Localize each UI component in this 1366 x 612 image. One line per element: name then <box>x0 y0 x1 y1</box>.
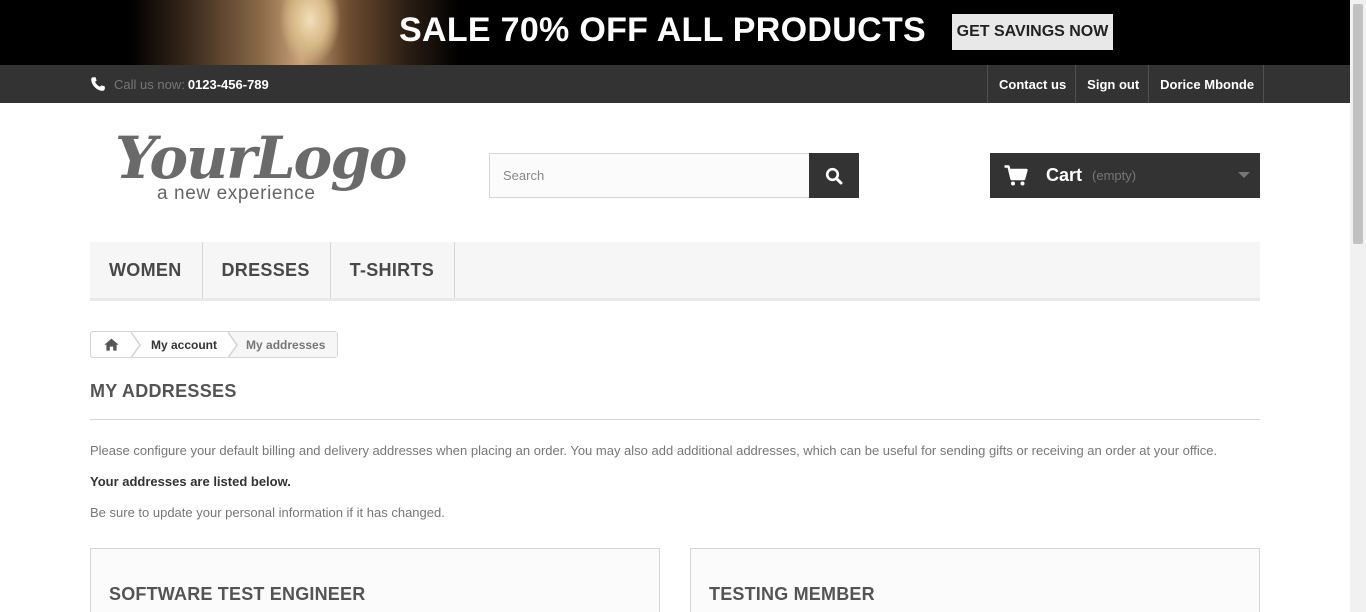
logo-tagline: a new experience <box>157 183 316 204</box>
address-card: SOFTWARE TEST ENGINEER <box>90 548 660 612</box>
breadcrumb-home[interactable] <box>91 332 132 357</box>
search-form <box>489 153 859 198</box>
header-links: Contact us Sign out Dorice Mbonde <box>987 65 1265 103</box>
cart-label: Cart <box>1046 165 1083 185</box>
menu-item-women[interactable]: WOMEN <box>90 242 203 298</box>
banner-model-figure <box>280 0 340 65</box>
sign-out-link[interactable]: Sign out <box>1075 65 1148 103</box>
menu-item-tshirts[interactable]: T-SHIRTS <box>331 242 456 298</box>
page-title: MY ADDRESSES <box>90 381 1260 420</box>
page-scrollbar[interactable] <box>1350 0 1366 612</box>
account-name-link[interactable]: Dorice Mbonde <box>1148 65 1265 103</box>
phone-number: 0123-456-789 <box>187 76 269 92</box>
store-logo[interactable]: YourLogo a new experience <box>115 127 407 207</box>
contact-us-link[interactable]: Contact us <box>987 65 1075 103</box>
search-icon <box>825 167 843 184</box>
main-menu: WOMEN DRESSES T-SHIRTS <box>90 242 1260 301</box>
address-card-title: TESTING MEMBER <box>709 584 875 604</box>
phone-icon <box>91 77 105 91</box>
cart-button[interactable]: Cart (empty) <box>990 153 1260 198</box>
chevron-down-icon[interactable] <box>1238 172 1250 178</box>
cart-icon <box>1004 164 1028 185</box>
breadcrumb-current: My addresses <box>229 332 338 357</box>
intro-text: Please configure your default billing an… <box>90 443 1218 458</box>
address-card-title: SOFTWARE TEST ENGINEER <box>109 584 366 604</box>
breadcrumb-my-account[interactable]: My account <box>132 332 230 357</box>
scrollbar-thumb[interactable] <box>1353 4 1363 244</box>
home-icon <box>104 338 119 351</box>
search-input[interactable] <box>489 153 809 198</box>
get-savings-button[interactable]: GET SAVINGS NOW <box>952 14 1113 50</box>
menu-item-dresses[interactable]: DRESSES <box>203 242 331 298</box>
call-us-info: Call us now: 0123-456-789 <box>90 65 269 103</box>
cart-status: (empty) <box>1092 168 1137 183</box>
breadcrumb: My account My addresses <box>90 331 339 359</box>
addresses-listed-note: Your addresses are listed below. <box>90 474 291 489</box>
promo-banner[interactable]: SALE 70% OFF ALL PRODUCTS GET SAVINGS NO… <box>0 0 1350 65</box>
search-button[interactable] <box>809 153 859 198</box>
call-us-label: Call us now: <box>114 76 185 92</box>
top-navbar: Call us now: 0123-456-789 Contact us Sig… <box>0 65 1350 103</box>
banner-headline: SALE 70% OFF ALL PRODUCTS <box>399 11 926 49</box>
logo-wordmark: YourLogo <box>115 124 407 192</box>
update-info-note: Be sure to update your personal informat… <box>90 505 445 520</box>
address-card: TESTING MEMBER <box>690 548 1260 612</box>
